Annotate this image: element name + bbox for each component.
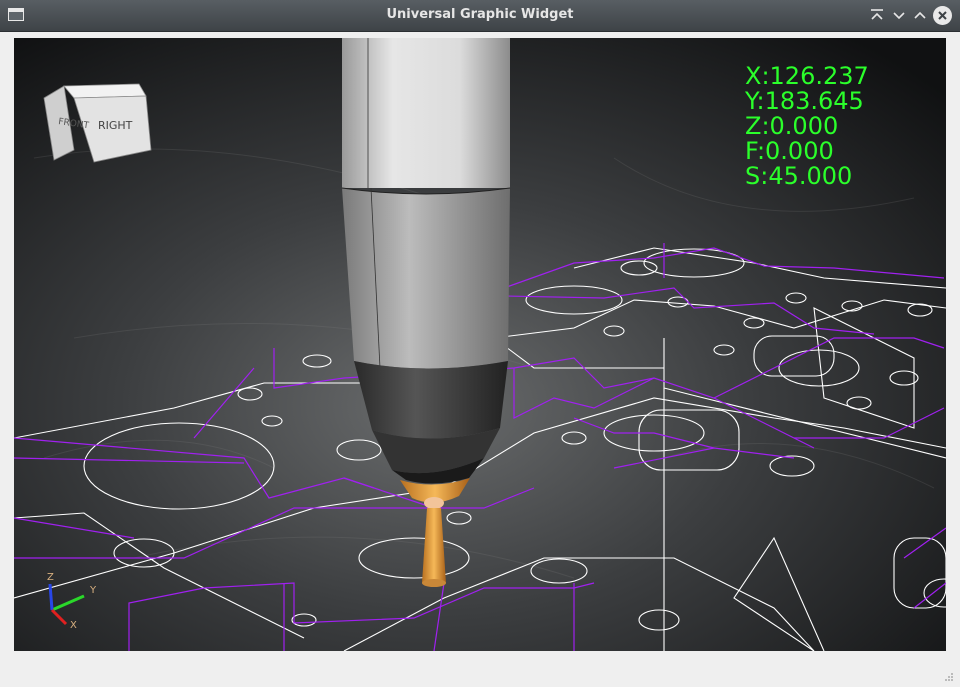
keep-above-icon[interactable] <box>868 6 886 24</box>
dro-value: 126.237 <box>769 62 869 90</box>
dro-value: 45.000 <box>768 162 853 190</box>
dro-x-row: X:126.237 <box>745 64 869 89</box>
dro-value: 0.000 <box>765 137 834 165</box>
dro-axis-label: F: <box>745 137 766 165</box>
dro-axis-label: Z: <box>745 112 770 140</box>
close-icon <box>938 11 947 20</box>
dro-y-row: Y:183.645 <box>745 89 869 114</box>
axis-z-label: Z <box>47 572 54 583</box>
dro-axis-label: Y: <box>745 87 765 115</box>
dro-value: 0.000 <box>769 112 839 140</box>
dro-readout: X:126.237 Y:183.645 Z:0.000 F:0.000 S:45… <box>745 64 869 189</box>
dro-axis-label: X: <box>745 62 770 90</box>
view-cube-face-label: RIGHT <box>98 119 133 132</box>
chevron-up-icon[interactable] <box>911 6 929 24</box>
axis-x-label: X <box>70 620 77 631</box>
dro-value: 183.645 <box>764 87 864 115</box>
resize-grip-icon[interactable] <box>944 672 954 682</box>
graphics-viewport[interactable]: FRONT RIGHT Z Y X X:126.237 Y:183.645 Z:… <box>14 38 946 651</box>
status-bar <box>0 652 960 687</box>
title-bar[interactable]: Universal Graphic Widget <box>0 0 960 32</box>
view-cube[interactable]: FRONT RIGHT <box>43 83 152 163</box>
dro-s-row: S:45.000 <box>745 164 869 189</box>
window-title: Universal Graphic Widget <box>386 7 574 22</box>
axis-y-label: Y <box>89 585 97 596</box>
dro-f-row: F:0.000 <box>745 139 869 164</box>
dro-axis-label: S: <box>745 162 769 190</box>
chevron-down-icon[interactable] <box>890 6 908 24</box>
close-button[interactable] <box>933 6 952 25</box>
dro-z-row: Z:0.000 <box>745 114 869 139</box>
